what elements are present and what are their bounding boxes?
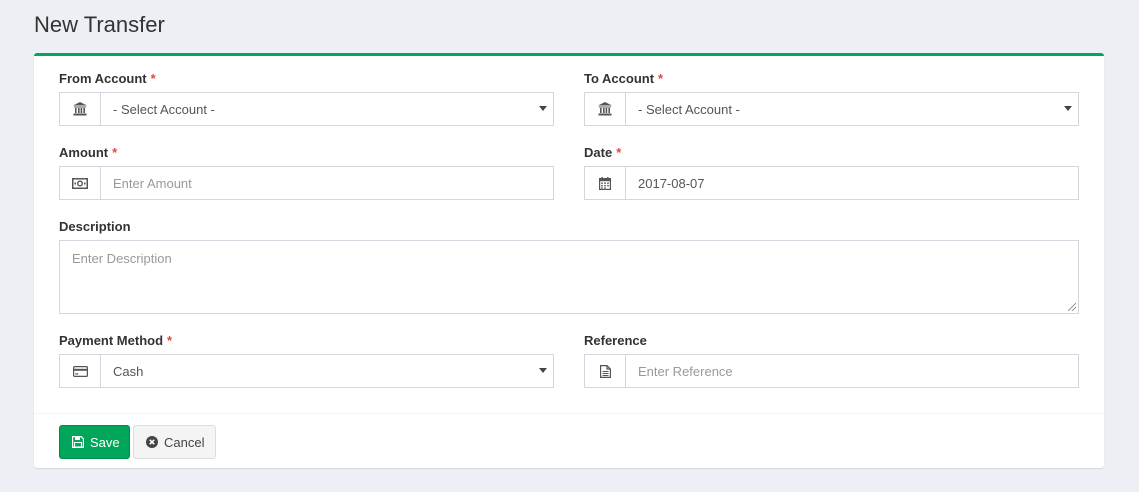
cancel-button-label: Cancel — [164, 434, 205, 450]
payment-method-select[interactable]: Cash — [59, 354, 554, 388]
amount-input[interactable]: Enter Amount — [59, 166, 554, 200]
to-account-value: - Select Account - — [638, 101, 740, 117]
calendar-icon — [585, 167, 626, 199]
bank-icon — [60, 93, 101, 125]
document-icon — [585, 355, 626, 387]
required-mark: * — [150, 71, 156, 86]
description-textarea[interactable]: Enter Description — [59, 240, 1079, 314]
date-label-text: Date — [584, 145, 613, 160]
to-account-select[interactable]: - Select Account - — [584, 92, 1079, 126]
amount-label-text: Amount — [59, 145, 109, 160]
from-account-label: From Account * — [59, 71, 156, 86]
chevron-down-icon — [539, 368, 547, 373]
description-label: Description — [59, 219, 131, 234]
to-account-label: To Account * — [584, 71, 663, 86]
transfer-form-box: From Account * - Select Account - To Acco… — [34, 53, 1104, 468]
credit-card-icon — [60, 355, 101, 387]
payment-method-label-text: Payment Method — [59, 333, 164, 348]
chevron-down-icon — [1064, 106, 1072, 111]
money-icon — [60, 167, 101, 199]
resize-handle[interactable] — [1068, 303, 1076, 311]
bank-icon — [585, 93, 626, 125]
amount-placeholder: Enter Amount — [113, 175, 192, 191]
floppy-disk-icon — [72, 436, 84, 448]
date-value: 2017-08-07 — [638, 175, 705, 191]
from-account-select[interactable]: - Select Account - — [59, 92, 554, 126]
required-mark: * — [658, 71, 664, 86]
save-button[interactable]: Save — [59, 425, 130, 459]
cancel-button[interactable]: Cancel — [133, 425, 216, 459]
reference-input[interactable]: Enter Reference — [584, 354, 1079, 388]
chevron-down-icon — [539, 106, 547, 111]
required-mark: * — [112, 145, 118, 160]
to-account-label-text: To Account — [584, 71, 655, 86]
reference-label: Reference — [584, 333, 647, 348]
from-account-value: - Select Account - — [113, 101, 215, 117]
amount-label: Amount * — [59, 145, 117, 160]
required-mark: * — [616, 145, 622, 160]
payment-method-value: Cash — [113, 363, 144, 379]
close-circle-icon — [146, 436, 158, 448]
description-placeholder: Enter Description — [72, 251, 172, 266]
from-account-label-text: From Account — [59, 71, 147, 86]
required-mark: * — [167, 333, 173, 348]
date-label: Date * — [584, 145, 621, 160]
date-input[interactable]: 2017-08-07 — [584, 166, 1079, 200]
reference-placeholder: Enter Reference — [638, 363, 733, 379]
payment-method-label: Payment Method * — [59, 333, 172, 348]
save-button-label: Save — [90, 434, 120, 450]
form-footer: Save Cancel — [34, 413, 1104, 468]
page-title: New Transfer — [34, 12, 165, 37]
